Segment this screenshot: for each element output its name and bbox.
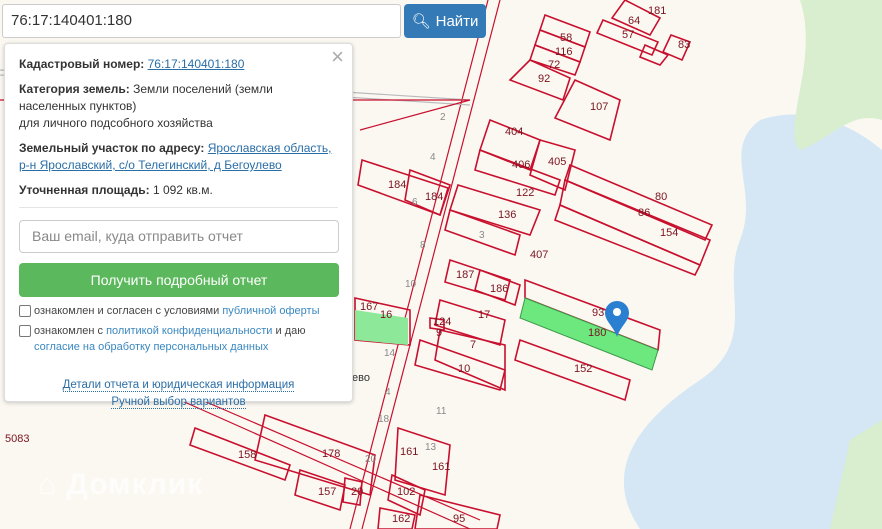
parcel-label: 406	[512, 159, 530, 171]
parcel-label: 405	[548, 156, 566, 168]
parcel-label: 161	[432, 461, 450, 473]
parcel-label: 7	[470, 339, 476, 351]
search-icon: 🔍︎	[411, 13, 431, 30]
cadastral-label: Кадастровый номер:	[19, 57, 145, 71]
parcel-label: 92	[538, 73, 550, 85]
parcel-boundary[interactable]	[254, 413, 376, 497]
village-label: ево	[352, 372, 370, 384]
parcel-label: 154	[660, 227, 678, 239]
privacy-checkbox[interactable]	[19, 325, 31, 337]
green-area	[794, 0, 882, 150]
parcel-label: 17	[478, 309, 490, 321]
parcel-label: 6	[412, 197, 418, 208]
parcel-label: 184	[425, 191, 443, 203]
address-label: Земельный участок по адресу:	[19, 141, 205, 155]
parcel-label: 14	[384, 348, 396, 359]
parcel-label: 20	[351, 486, 363, 498]
parcel-label: 102	[397, 486, 415, 498]
parcel-label: 93	[592, 307, 604, 319]
parcel-label: 8	[420, 240, 426, 251]
divider	[19, 207, 338, 208]
parcel-boundary[interactable]	[638, 43, 670, 66]
parcel-label: 184	[388, 179, 406, 191]
parcel-label: 86	[638, 207, 650, 219]
get-report-button[interactable]: Получить подробный отчет	[19, 263, 339, 297]
parcel-boundary[interactable]	[554, 203, 702, 277]
parcel-label: 57	[622, 29, 634, 41]
parcel-label: 95	[453, 513, 465, 525]
parcel-label: 10	[458, 363, 470, 375]
parcel-label: 136	[498, 209, 516, 221]
privacy-consent-text: ознакомлен с политикой конфиденциальност…	[34, 325, 306, 353]
parcel-label: 83	[678, 39, 690, 51]
watermark-logo: ⌂ Домклик	[38, 468, 204, 501]
personal-data-link[interactable]: согласие на обработку персональных данны…	[34, 341, 268, 353]
parcel-label: 5083	[5, 433, 29, 445]
parcel-label: 180	[588, 327, 606, 339]
offer-consent-text: ознакомлен и согласен с условиями публич…	[34, 305, 320, 317]
parcel-label: 9	[436, 327, 442, 339]
parcel-label: 122	[516, 187, 534, 199]
parcel-label: 187	[456, 269, 474, 281]
area-value: 1 092 кв.м.	[152, 183, 213, 197]
parcel-label: 178	[322, 448, 340, 460]
parcel-label: 407	[530, 249, 548, 261]
privacy-policy-link[interactable]: политикой конфиденциальности	[106, 325, 272, 337]
category-use: для личного подсобного хозяйства	[19, 116, 213, 130]
parcel-label: 20	[365, 454, 377, 465]
parcel-label: 181	[648, 5, 666, 17]
parcel-label: 404	[505, 126, 523, 138]
parcel-label: 4	[385, 387, 391, 398]
parcel-label: 158	[238, 449, 256, 461]
cadastral-number-link[interactable]: 76:17:140401:180	[148, 57, 245, 71]
water-area	[623, 114, 882, 529]
offer-link[interactable]: публичной оферты	[222, 305, 319, 317]
search-input[interactable]: 76:17:140401:180	[2, 4, 401, 38]
parcel-label: 186	[490, 283, 508, 295]
manual-selection-link[interactable]: Ручной выбор вариантов	[111, 396, 246, 409]
search-button[interactable]: 🔍︎ Найти	[404, 4, 486, 38]
parcel-label: 16	[380, 309, 392, 321]
parcel-label: 2	[440, 112, 446, 123]
parcel-label: 116	[555, 46, 573, 58]
parcel-label: 13	[425, 442, 437, 453]
parcel-label: 11	[436, 406, 447, 417]
parcel-label: 157	[318, 486, 336, 498]
email-input[interactable]: Ваш email, куда отправить отчет	[19, 220, 339, 253]
parcel-label: 64	[628, 15, 640, 27]
parcel-label: 10	[405, 279, 417, 290]
parcel-info-panel: × Кадастровый номер: 76:17:140401:180 Ка…	[4, 43, 353, 409]
parcel-label: 4	[430, 152, 436, 163]
parcel-label: 162	[392, 513, 410, 525]
search-button-label: Найти	[435, 12, 479, 30]
parcel-label: 80	[655, 191, 667, 203]
close-icon[interactable]: ×	[331, 46, 344, 68]
parcel-boundary[interactable]	[553, 78, 621, 142]
parcel-label: 167	[360, 301, 378, 313]
report-details-link[interactable]: Детали отчета и юридическая информация	[62, 379, 295, 392]
category-label: Категория земель:	[19, 82, 130, 96]
parcel-boundary[interactable]	[564, 163, 714, 242]
parcel-label: 18	[378, 414, 390, 425]
parcel-label: 161	[400, 446, 418, 458]
offer-checkbox[interactable]	[19, 305, 31, 317]
area-label: Уточненная площадь:	[19, 183, 150, 197]
parcel-label: 72	[548, 59, 560, 71]
parcel-label: 3	[479, 230, 485, 241]
parcel-label: 58	[560, 32, 572, 44]
parcel-label: 107	[590, 101, 608, 113]
parcel-label: 152	[574, 363, 592, 375]
